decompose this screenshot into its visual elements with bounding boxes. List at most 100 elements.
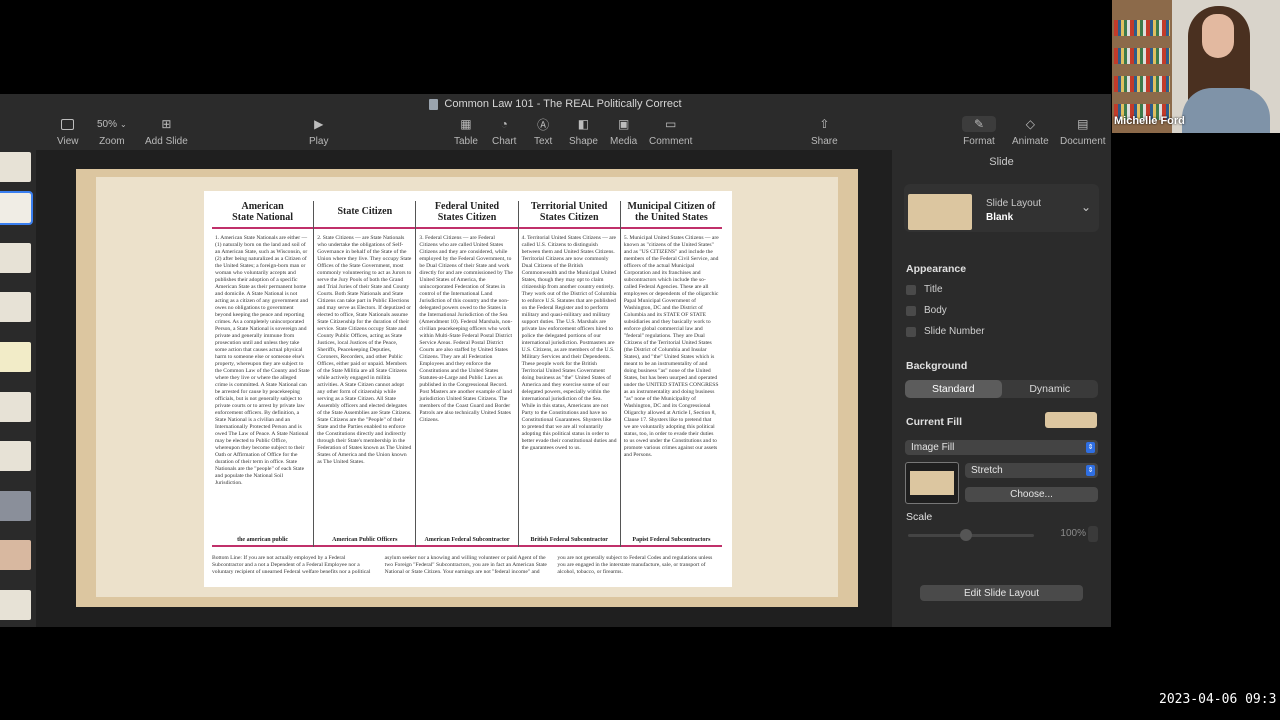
animate-button[interactable]: ◇ Animate <box>1012 116 1049 147</box>
animate-icon: ◇ <box>1025 117 1035 131</box>
scale-mode-value: Stretch <box>971 465 1003 476</box>
checkbox-label: Body <box>924 305 947 316</box>
add-slide-button[interactable]: ⊞ Add Slide <box>145 116 188 147</box>
keynote-window: Common Law 101 - The REAL Politically Co… <box>0 94 1111 627</box>
paintbrush-icon: ✎ <box>962 116 996 132</box>
updown-arrow-icon: ⇕ <box>1086 465 1095 476</box>
media-label: Media <box>610 136 638 147</box>
slide-thumbnail[interactable] <box>0 243 31 273</box>
document-label: Document <box>1060 136 1106 147</box>
comment-label: Comment <box>649 136 693 147</box>
updown-arrow-icon: ⇕ <box>1086 442 1095 453</box>
timestamp: 2023-04-06 09:3 <box>1159 692 1277 707</box>
bottom-line-text: Bottom Line: If you are not actually emp… <box>212 555 713 575</box>
edit-slide-layout-button[interactable]: Edit Slide Layout <box>920 585 1083 601</box>
document-button[interactable]: ▤ Document <box>1060 116 1106 147</box>
add-slide-label: Add Slide <box>145 136 188 147</box>
column-federal-united-states-citizen: Federal United States Citizen 3. Federal… <box>416 201 519 547</box>
dynamic-option[interactable]: Dynamic <box>1002 380 1099 398</box>
share-button[interactable]: ⇧ Share <box>811 116 838 147</box>
fill-color-well[interactable] <box>1045 412 1097 428</box>
share-icon: ⇧ <box>819 117 830 131</box>
scale-stepper[interactable] <box>1088 526 1098 542</box>
checkbox-box[interactable] <box>906 284 916 295</box>
title-checkbox[interactable]: Title <box>906 284 943 295</box>
slide-layout-selector[interactable]: Slide Layout Blank ⌄ <box>904 184 1099 232</box>
chart-button[interactable]: ◔ Chart <box>492 116 516 147</box>
column-body: 2. State Citizens — are State Nationals … <box>317 235 412 465</box>
play-icon: ▶ <box>314 117 324 131</box>
document-tab-icon: ▤ <box>1077 117 1089 131</box>
play-button[interactable]: ▶ Play <box>309 116 328 147</box>
checkbox-label: Slide Number <box>924 326 985 337</box>
slide-thumbnail-selected[interactable] <box>0 191 33 225</box>
text-button[interactable]: Ⓐ Text <box>534 116 553 148</box>
appearance-heading: Appearance <box>906 263 967 275</box>
zoom-value: 50% <box>97 118 118 130</box>
slide-thumbnail[interactable] <box>0 152 31 182</box>
slide-layout-label: Slide Layout <box>986 198 1042 209</box>
sidebar-icon <box>61 118 75 130</box>
slide-number-checkbox[interactable]: Slide Number <box>906 326 985 337</box>
table-button[interactable]: ▦ Table <box>454 116 478 147</box>
slide-thumbnail[interactable] <box>0 292 31 322</box>
column-footer: British Federal Subcontractor <box>518 537 620 547</box>
speaker-body <box>1182 88 1270 133</box>
zoom-button[interactable]: 50% ⌄ Zoom <box>97 116 127 148</box>
view-label: View <box>57 136 79 147</box>
play-label: Play <box>309 136 329 147</box>
add-slide-icon: ⊞ <box>161 117 172 131</box>
fill-type-select[interactable]: Image Fill ⇕ <box>905 440 1098 455</box>
speaker-face <box>1202 14 1234 58</box>
text-icon: Ⓐ <box>537 117 550 132</box>
standard-option[interactable]: Standard <box>905 380 1002 398</box>
scale-slider[interactable] <box>908 529 1034 541</box>
comment-icon: ▭ <box>665 117 677 131</box>
slide-thumbnail[interactable] <box>0 392 31 422</box>
column-header: State Citizen <box>314 201 416 229</box>
column-header: Municipal Citizen of the United States <box>620 201 723 229</box>
layout-thumbnail <box>908 194 972 230</box>
shape-button[interactable]: ◧ Shape <box>569 116 598 147</box>
column-header: Territorial United States Citizen <box>518 201 620 229</box>
chevron-down-icon: ⌄ <box>120 119 127 129</box>
slide-thumbnail[interactable] <box>0 590 31 620</box>
column-header: American State National <box>212 201 314 229</box>
view-button[interactable]: View <box>57 116 79 147</box>
checkbox-box[interactable] <box>906 305 916 316</box>
slide[interactable]: American State National 1. American Stat… <box>76 169 858 607</box>
format-button[interactable]: ✎ Format <box>962 116 996 147</box>
checkbox-box[interactable] <box>906 326 916 337</box>
citizenship-columns: American State National 1. American Stat… <box>212 201 723 547</box>
column-body: 5. Municipal United States Citizens — ar… <box>623 235 719 458</box>
column-footer: the american public <box>212 537 314 547</box>
comment-button[interactable]: ▭ Comment <box>649 116 692 147</box>
image-fill-well[interactable] <box>905 462 959 504</box>
media-button[interactable]: ▣ Media <box>610 116 637 147</box>
slide-canvas: American State National 1. American Stat… <box>36 150 892 627</box>
column-american-state-national: American State National 1. American Stat… <box>212 201 315 547</box>
text-label: Text <box>534 136 553 147</box>
choose-button[interactable]: Choose... <box>965 487 1098 502</box>
shape-icon: ◧ <box>577 117 590 131</box>
current-fill-label: Current Fill <box>906 416 963 428</box>
slider-knob[interactable] <box>960 529 972 541</box>
slide-layout-value: Blank <box>986 212 1014 223</box>
slide-thumbnail[interactable] <box>0 441 31 471</box>
media-icon: ▣ <box>617 117 630 131</box>
participant-name: Michelle Ford <box>1114 115 1185 127</box>
body-checkbox[interactable]: Body <box>906 305 947 316</box>
format-label: Format <box>963 136 995 147</box>
slide-image[interactable]: American State National 1. American Stat… <box>204 191 732 587</box>
chevron-down-icon: ⌄ <box>1080 200 1091 214</box>
slide-thumbnail[interactable] <box>0 342 31 372</box>
scale-mode-select[interactable]: Stretch ⇕ <box>965 463 1098 478</box>
slide-thumbnail[interactable] <box>0 491 31 521</box>
webcam-feed: Michelle Ford <box>1112 0 1280 133</box>
slide-thumbnail[interactable] <box>0 540 31 570</box>
animate-label: Animate <box>1012 136 1049 147</box>
bookshelf <box>1112 0 1172 133</box>
scale-value[interactable]: 100% <box>1042 528 1086 539</box>
column-header: Federal United States Citizen <box>416 201 518 229</box>
column-state-citizen: State Citizen 2. State Citizens — are St… <box>314 201 417 547</box>
